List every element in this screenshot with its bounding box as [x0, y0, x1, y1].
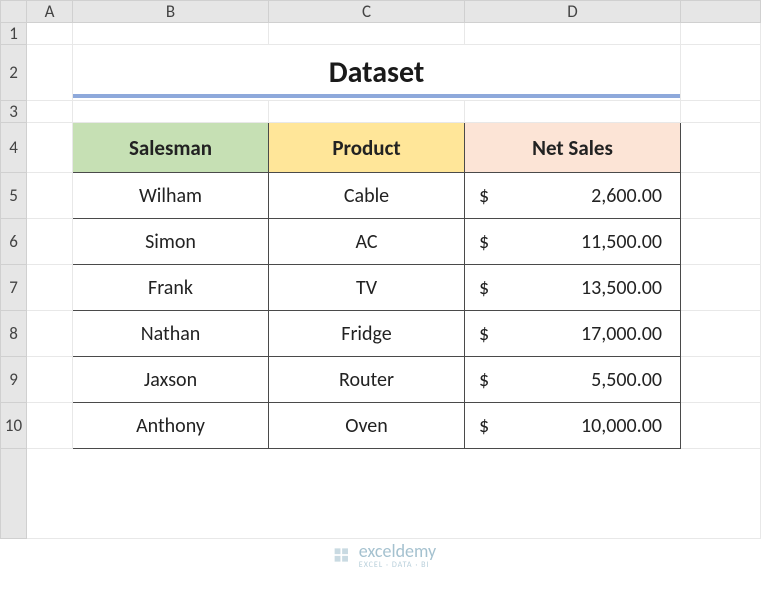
row-header-10[interactable]: 10: [1, 403, 27, 449]
cell-B1[interactable]: [73, 23, 269, 45]
cell-B3[interactable]: [73, 101, 269, 123]
cell-product-4[interactable]: Router: [269, 357, 465, 403]
cell-netsales-1[interactable]: $11,500.00: [465, 219, 681, 265]
cell-C1[interactable]: [269, 23, 465, 45]
cell-netsales-5[interactable]: $10,000.00: [465, 403, 681, 449]
cell-D3[interactable]: [465, 101, 681, 123]
net-sales-value: 13,500.00: [581, 276, 662, 300]
col-header-A[interactable]: A: [27, 1, 73, 23]
cell-E10[interactable]: [681, 403, 761, 449]
cell-A7[interactable]: [27, 265, 73, 311]
cell-A8[interactable]: [27, 311, 73, 357]
cell-A3[interactable]: [27, 101, 73, 123]
cell-C3[interactable]: [269, 101, 465, 123]
cell-salesman-4[interactable]: Jaxson: [73, 357, 269, 403]
cell-A9[interactable]: [27, 357, 73, 403]
dataset-title-cell[interactable]: Dataset: [73, 45, 681, 101]
header-net-sales[interactable]: Net Sales: [465, 123, 681, 173]
row-header-9[interactable]: 9: [1, 357, 27, 403]
cell-E6[interactable]: [681, 219, 761, 265]
watermark-name: exceldemy: [359, 540, 436, 562]
watermark-sub: EXCEL · DATA · BI: [359, 560, 436, 570]
cell-blank-below[interactable]: [27, 449, 761, 539]
row-header-6[interactable]: 6: [1, 219, 27, 265]
row-header-1[interactable]: 1: [1, 23, 27, 45]
cell-A5[interactable]: [27, 173, 73, 219]
net-sales-value: 17,000.00: [581, 322, 662, 346]
net-sales-value: 2,600.00: [591, 184, 662, 208]
row-header-blank: [1, 449, 27, 539]
cell-product-3[interactable]: Fridge: [269, 311, 465, 357]
currency-symbol: $: [479, 276, 489, 300]
cell-salesman-0[interactable]: Wilham: [73, 173, 269, 219]
row-header-3[interactable]: 3: [1, 101, 27, 123]
cell-A4[interactable]: [27, 123, 73, 173]
cell-product-0[interactable]: Cable: [269, 173, 465, 219]
cell-netsales-0[interactable]: $2,600.00: [465, 173, 681, 219]
row-header-4[interactable]: 4: [1, 123, 27, 173]
row-header-5[interactable]: 5: [1, 173, 27, 219]
cell-A1[interactable]: [27, 23, 73, 45]
header-salesman[interactable]: Salesman: [73, 123, 269, 173]
currency-symbol: $: [479, 322, 489, 346]
currency-symbol: $: [479, 414, 489, 438]
cell-E4[interactable]: [681, 123, 761, 173]
select-all-corner[interactable]: [1, 1, 27, 23]
cell-product-2[interactable]: TV: [269, 265, 465, 311]
currency-symbol: $: [479, 368, 489, 392]
net-sales-value: 11,500.00: [581, 230, 662, 254]
col-header-D[interactable]: D: [465, 1, 681, 23]
net-sales-value: 5,500.00: [591, 368, 662, 392]
cell-netsales-3[interactable]: $17,000.00: [465, 311, 681, 357]
cell-product-5[interactable]: Oven: [269, 403, 465, 449]
dataset-title-text: Dataset: [329, 54, 425, 91]
cell-A2[interactable]: [27, 45, 73, 101]
cell-salesman-1[interactable]: Simon: [73, 219, 269, 265]
col-header-B[interactable]: B: [73, 1, 269, 23]
net-sales-value: 10,000.00: [581, 414, 662, 438]
cell-salesman-5[interactable]: Anthony: [73, 403, 269, 449]
cell-E2[interactable]: [681, 45, 761, 101]
col-header-C[interactable]: C: [269, 1, 465, 23]
cell-A10[interactable]: [27, 403, 73, 449]
cell-salesman-2[interactable]: Frank: [73, 265, 269, 311]
col-header-blank: [681, 1, 761, 23]
cell-E8[interactable]: [681, 311, 761, 357]
cell-D1[interactable]: [465, 23, 681, 45]
title-underline: [73, 94, 680, 98]
cell-netsales-4[interactable]: $5,500.00: [465, 357, 681, 403]
row-header-2[interactable]: 2: [1, 45, 27, 101]
cell-E3[interactable]: [681, 101, 761, 123]
cell-netsales-2[interactable]: $13,500.00: [465, 265, 681, 311]
watermark: exceldemy EXCEL · DATA · BI: [331, 540, 436, 570]
header-product[interactable]: Product: [269, 123, 465, 173]
currency-symbol: $: [479, 184, 489, 208]
cell-E7[interactable]: [681, 265, 761, 311]
spreadsheet-grid: A B C D 1 2 Dataset 3 4 Salesman Pr: [0, 0, 761, 539]
currency-symbol: $: [479, 230, 489, 254]
cell-E5[interactable]: [681, 173, 761, 219]
cell-E1[interactable]: [681, 23, 761, 45]
row-header-7[interactable]: 7: [1, 265, 27, 311]
cell-product-1[interactable]: AC: [269, 219, 465, 265]
row-header-8[interactable]: 8: [1, 311, 27, 357]
cell-A6[interactable]: [27, 219, 73, 265]
cell-E9[interactable]: [681, 357, 761, 403]
exceldemy-logo-icon: [331, 545, 351, 565]
cell-salesman-3[interactable]: Nathan: [73, 311, 269, 357]
